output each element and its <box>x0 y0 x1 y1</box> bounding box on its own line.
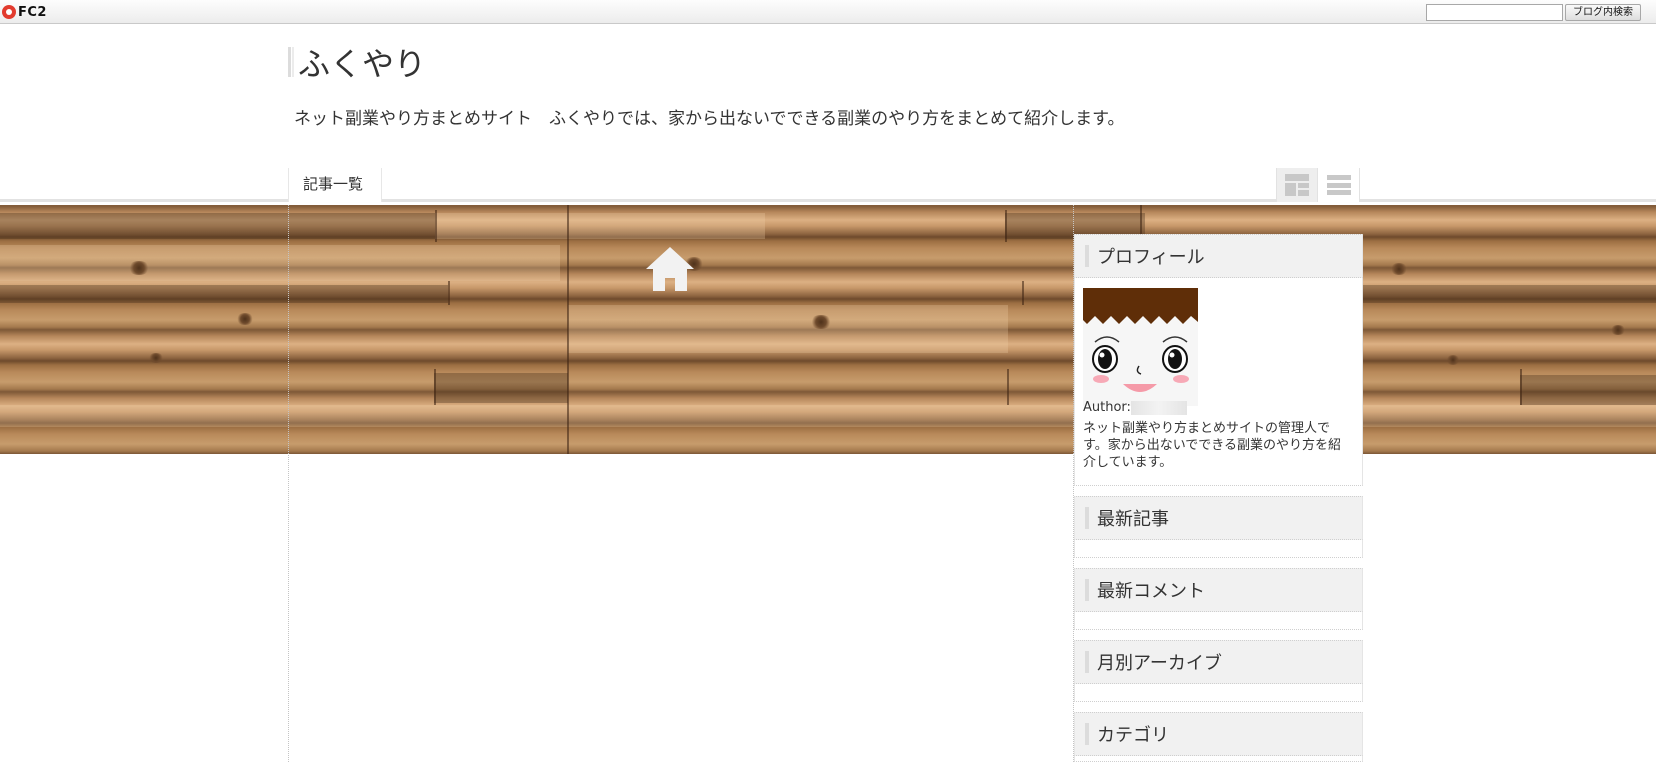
fc2-header-bar: FC2 ブログ内検索 <box>0 0 1656 24</box>
home-icon[interactable] <box>644 245 696 293</box>
widget-accent-bar <box>1085 723 1089 745</box>
blog-search-button[interactable]: ブログ内検索 <box>1565 4 1641 21</box>
category-widget-header: カテゴリ <box>1074 712 1363 756</box>
blog-title[interactable]: ふくやり <box>298 39 426 85</box>
list-layout-icon <box>1326 175 1351 195</box>
widget-accent-bar <box>1085 579 1089 601</box>
widget-accent-bar <box>1085 507 1089 529</box>
profile-widget-title: プロフィール <box>1097 247 1205 268</box>
nav-tab-article-list[interactable]: 記事一覧 <box>288 168 382 202</box>
author-line: Author: <box>1083 400 1187 415</box>
fc2-logo[interactable]: FC2 <box>2 3 47 21</box>
content-left-border <box>288 205 289 762</box>
author-label: Author: <box>1083 400 1131 415</box>
latest-articles-widget-title: 最新記事 <box>1097 509 1169 530</box>
author-description: ネット副業やり方まとめサイトの管理人です。家から出ないでできる副業のやり方を紹介… <box>1083 421 1342 470</box>
category-widget-title: カテゴリ <box>1097 725 1169 746</box>
wood-header-banner <box>0 205 1656 454</box>
fc2-logo-icon <box>2 5 16 19</box>
grid-layout-button[interactable] <box>1276 168 1318 202</box>
monthly-archive-widget-title: 月別アーカイブ <box>1097 653 1222 674</box>
blog-description: ネット副業やり方まとめサイト ふくやりでは、家から出ないでできる副業のやり方をま… <box>294 109 1125 129</box>
blog-title-area: ふくやり <box>288 45 426 83</box>
author-avatar <box>1083 288 1198 406</box>
widget-accent-bar <box>1085 245 1089 267</box>
blog-search-input[interactable] <box>1426 4 1563 21</box>
latest-comments-widget-title: 最新コメント <box>1097 581 1205 602</box>
author-name-redacted <box>1130 400 1187 415</box>
monthly-archive-widget-header: 月別アーカイブ <box>1074 640 1363 684</box>
latest-articles-widget-header: 最新記事 <box>1074 496 1363 540</box>
sidebar: プロフィール Author: ネット副業やり方まとめサイトの管理人です。家から出… <box>1074 234 1363 762</box>
profile-widget-header: プロフィール <box>1074 234 1363 278</box>
list-layout-button[interactable] <box>1318 168 1360 202</box>
widget-accent-bar <box>1085 651 1089 673</box>
grid-layout-icon <box>1285 174 1309 196</box>
latest-comments-widget-header: 最新コメント <box>1074 568 1363 612</box>
fc2-logo-text: FC2 <box>18 4 47 20</box>
nav-bar: 記事一覧 <box>0 168 1656 202</box>
title-accent-bar <box>288 47 294 77</box>
